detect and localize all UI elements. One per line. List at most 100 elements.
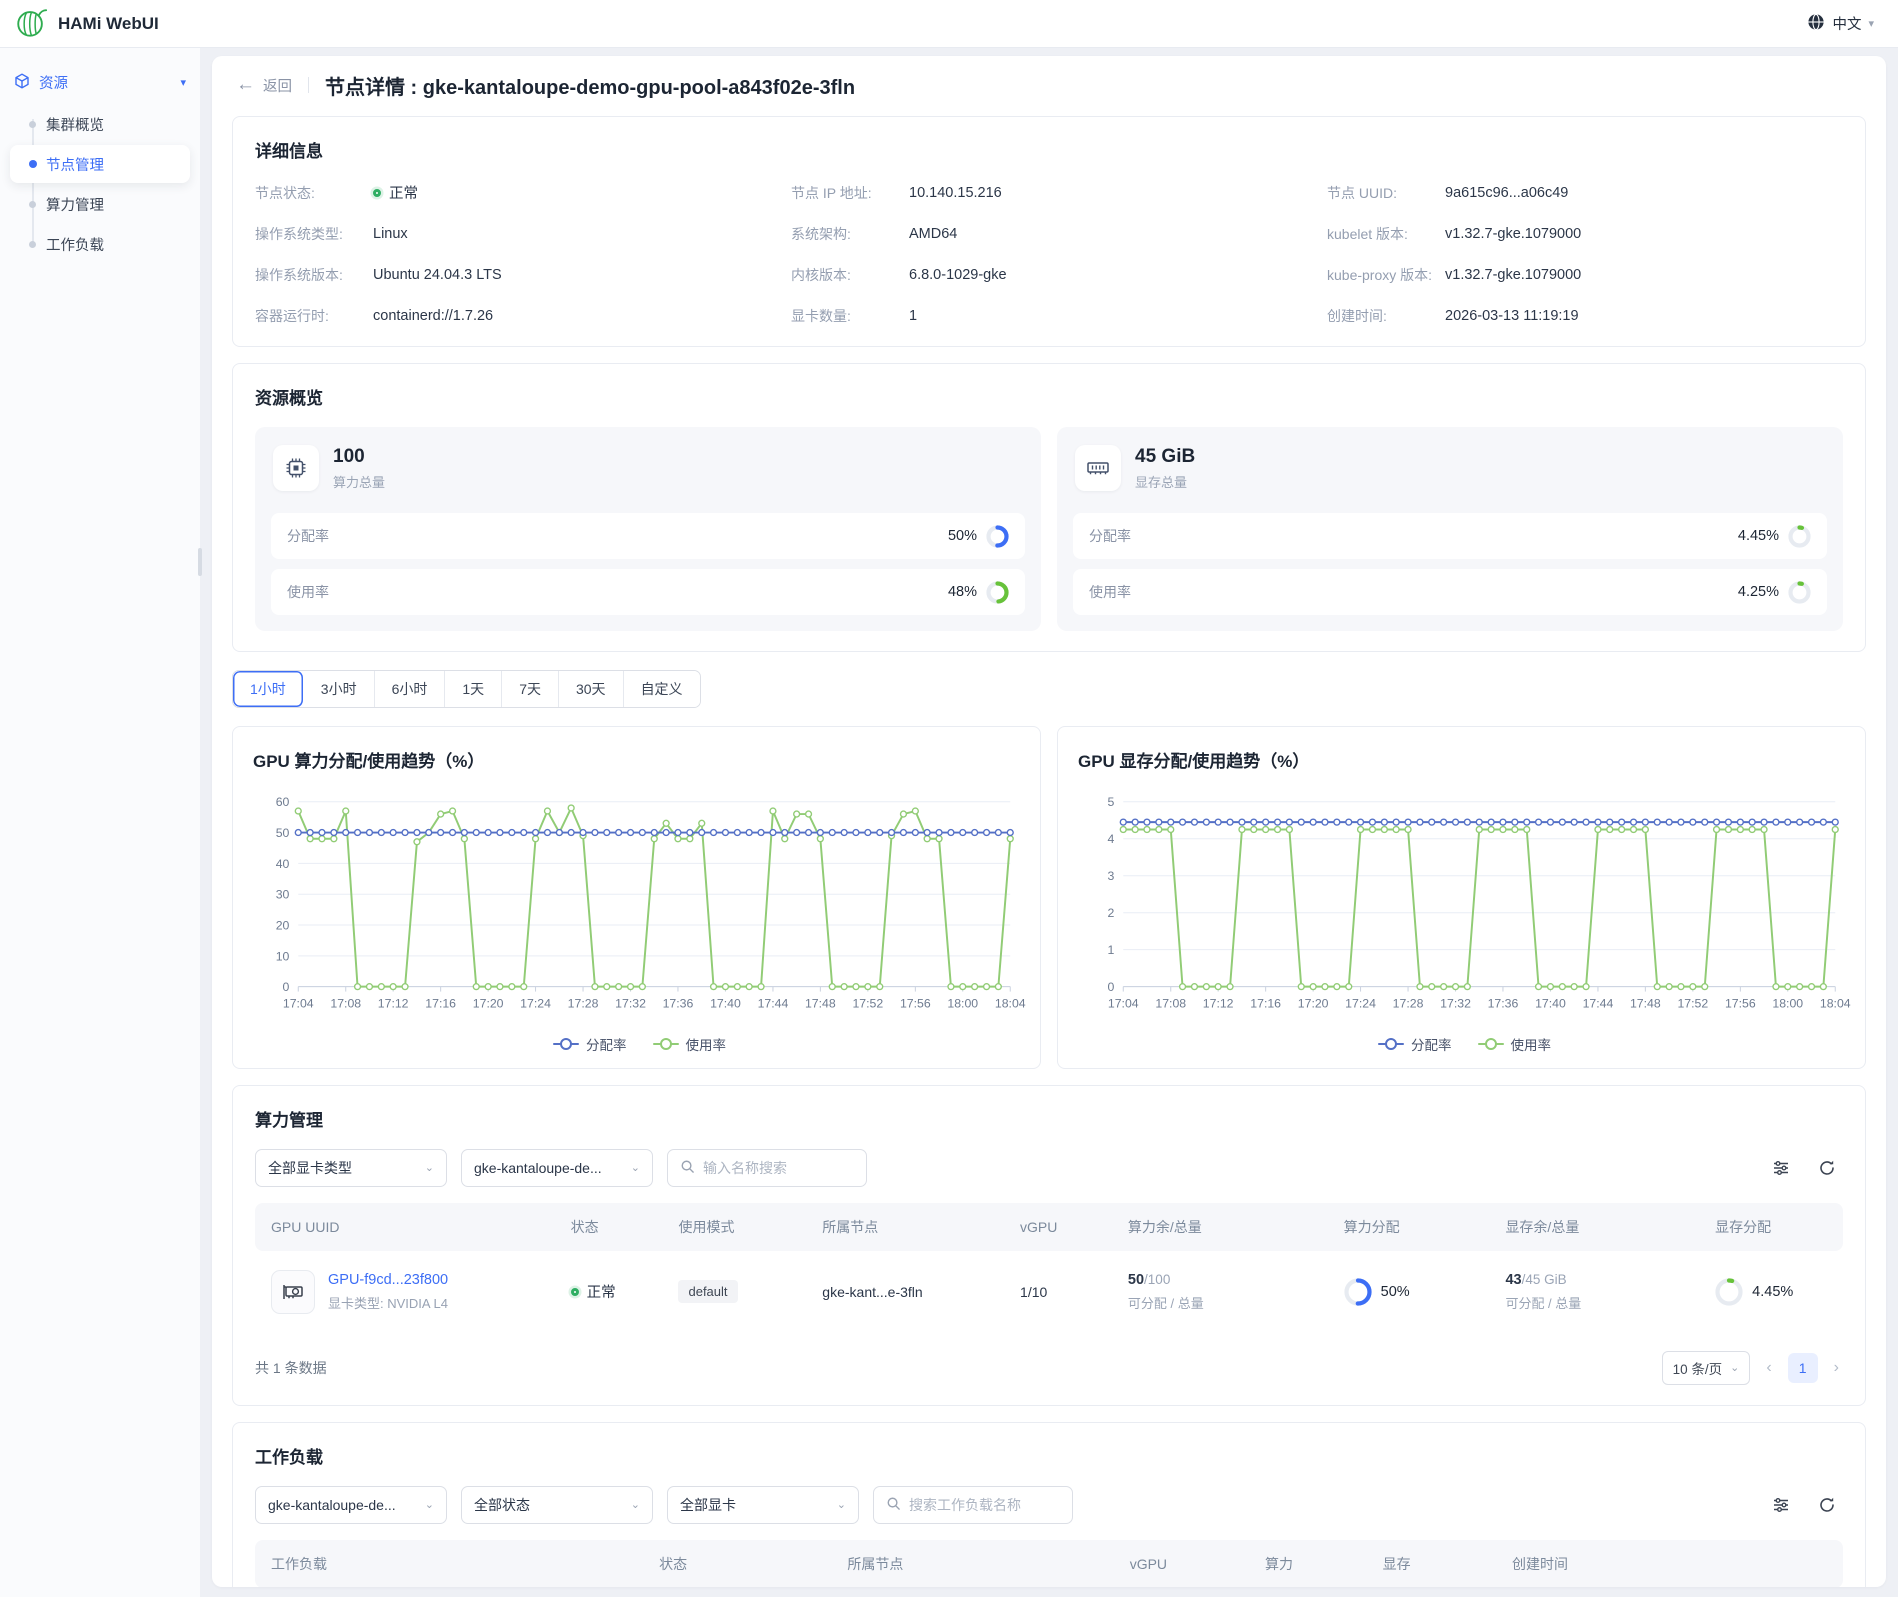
legend-line-icon [553,1038,579,1049]
memory-total-value: 45 GiB [1135,446,1195,468]
legend-usage[interactable]: 使用率 [653,1034,727,1054]
workload-search-input[interactable] [909,1497,1060,1513]
refresh-button[interactable] [1811,1489,1843,1521]
select-value: 全部显卡 [680,1495,736,1515]
back-button[interactable]: 返回 [263,75,292,96]
col-memory: 显存 [1367,1554,1496,1574]
legend-label: 使用率 [686,1034,727,1054]
field-kernel-version: 内核版本: 6.8.0-1029-gke [791,265,1307,285]
field-label: 创建时间: [1327,306,1445,326]
chevron-down-icon: ⌄ [425,1498,434,1511]
select-value: 全部显卡类型 [268,1158,352,1178]
svg-text:0: 0 [1108,980,1115,994]
gpu-table-header: GPU UUID 状态 使用模式 所属节点 vGPU 算力余/总量 算力分配 显… [255,1203,1843,1251]
select-value: gke-kantaloupe-de... [474,1160,602,1176]
memory-alloc-rate-row: 分配率 4.45% [1073,513,1827,559]
tab-6hours[interactable]: 6小时 [375,671,446,707]
field-value: 9a615c96...a06c49 [1445,185,1568,201]
workload-node-select[interactable]: gke-kantaloupe-de... ⌄ [255,1486,447,1524]
page-number[interactable]: 1 [1788,1353,1818,1383]
next-page-button[interactable]: › [1830,1359,1843,1377]
app-logo: HAMi WebUI [14,5,200,42]
svg-text:17:32: 17:32 [1440,996,1471,1010]
select-value: 全部状态 [474,1495,530,1515]
field-value: 2026-03-13 11:19:19 [1445,308,1579,324]
svg-text:17:44: 17:44 [1583,996,1614,1010]
svg-text:17:20: 17:20 [473,996,504,1010]
svg-text:10: 10 [276,949,290,963]
workload-section-title: 工作负载 [255,1443,1843,1468]
chart-legend: 分配率 使用率 [1078,1034,1851,1054]
tab-30days[interactable]: 30天 [559,671,624,707]
compute-management-section: 算力管理 全部显卡类型 ⌄ gke-kantaloupe-de... ⌄ [232,1085,1866,1406]
search-icon [680,1159,695,1177]
sidebar-item-cluster-overview[interactable]: 集群概览 [0,105,190,143]
field-label: 显卡数量: [791,306,909,326]
column-settings-button[interactable] [1765,1489,1797,1521]
chevron-down-icon: ⌄ [425,1161,434,1174]
legend-usage[interactable]: 使用率 [1478,1034,1552,1054]
svg-text:17:20: 17:20 [1298,996,1329,1010]
col-mem-alloc: 显存分配 [1699,1217,1843,1237]
tree-dot [29,160,37,168]
field-label: 节点 UUID: [1327,183,1445,203]
node-select[interactable]: gke-kantaloupe-de... ⌄ [461,1149,653,1187]
tab-1hour[interactable]: 1小时 [233,671,304,707]
field-label: 节点状态: [255,183,373,203]
field-value: containerd://1.7.26 [373,308,493,324]
back-arrow-icon[interactable]: ← [236,74,255,96]
top-bar: HAMi WebUI 中文 ▾ [0,0,1898,48]
sidebar-item-workloads[interactable]: 工作负载 [0,225,190,263]
tab-1day[interactable]: 1天 [445,671,502,707]
field-gpu-count: 显卡数量: 1 [791,306,1307,326]
sidebar-item-compute-management[interactable]: 算力管理 [0,185,190,223]
col-workload: 工作负载 [255,1554,643,1574]
language-label: 中文 [1832,13,1861,34]
gpu-type-select[interactable]: 全部显卡类型 ⌄ [255,1149,447,1187]
total-count: 共 1 条数据 [255,1358,327,1378]
sidebar-collapse-handle[interactable] [198,548,202,576]
field-label: 操作系统版本: [255,265,373,285]
sidebar-group-resources[interactable]: 资源 ▾ [0,62,200,103]
tab-custom[interactable]: 自定义 [624,671,700,707]
mode-badge: default [678,1280,737,1303]
gpu-card-icon [271,1270,315,1314]
svg-text:18:00: 18:00 [947,996,978,1010]
gpu-search-input[interactable] [703,1160,854,1176]
memory-chart-title: GPU 显存分配/使用趋势（%） [1078,747,1851,772]
compute-total-label: 算力总量 [333,472,385,491]
page-size-value: 10 条/页 [1673,1358,1723,1378]
chevron-down-icon: ▾ [1868,17,1874,30]
field-label: 节点 IP 地址: [791,183,909,203]
memory-trend-chart-card: GPU 显存分配/使用趋势（%） 01234517:0417:0817:1217… [1057,726,1866,1069]
workload-status-select[interactable]: 全部状态 ⌄ [461,1486,653,1524]
memory-total-label: 显存总量 [1135,472,1195,491]
compute-trend-chart-card: GPU 算力分配/使用趋势（%） 010203040506017:0417:08… [232,726,1041,1069]
svg-text:17:56: 17:56 [1725,996,1756,1010]
page-size-select[interactable]: 10 条/页 ⌄ [1662,1351,1751,1385]
svg-text:18:04: 18:04 [995,996,1026,1010]
memory-usage-rate-row: 使用率 4.25% [1073,569,1827,615]
legend-alloc[interactable]: 分配率 [553,1034,627,1054]
status-ok-icon [571,1288,579,1296]
col-vgpu: vGPU [1114,1556,1249,1572]
tab-3hours[interactable]: 3小时 [304,671,375,707]
gpu-table: GPU UUID 状态 使用模式 所属节点 vGPU 算力余/总量 算力分配 显… [255,1203,1843,1333]
prev-page-button[interactable]: ‹ [1762,1359,1775,1377]
charts-row: GPU 算力分配/使用趋势（%） 010203040506017:0417:08… [232,726,1866,1069]
tab-7days[interactable]: 7天 [502,671,559,707]
language-switcher[interactable]: 中文 ▾ [1807,13,1874,35]
svg-text:17:56: 17:56 [900,996,931,1010]
gpu-name-link[interactable]: GPU-f9cd...23f800 [328,1272,448,1288]
legend-label: 分配率 [1411,1034,1452,1054]
refresh-button[interactable] [1811,1152,1843,1184]
page-header: ← 返回 节点详情 : gke-kantaloupe-demo-gpu-pool… [212,56,1886,114]
table-row: GPU-f9cd...23f800 显卡类型: NVIDIA L4 正常 def… [255,1251,1843,1333]
legend-alloc[interactable]: 分配率 [1378,1034,1452,1054]
column-settings-button[interactable] [1765,1152,1797,1184]
memory-icon [1075,445,1121,491]
workload-gpu-select[interactable]: 全部显卡 ⌄ [667,1486,859,1524]
details-section: 详细信息 节点状态: 正常 节点 IP 地址: 10.140.15.216 节点… [232,116,1866,347]
sidebar-item-node-management[interactable]: 节点管理 [10,145,190,183]
svg-text:5: 5 [1108,795,1115,809]
